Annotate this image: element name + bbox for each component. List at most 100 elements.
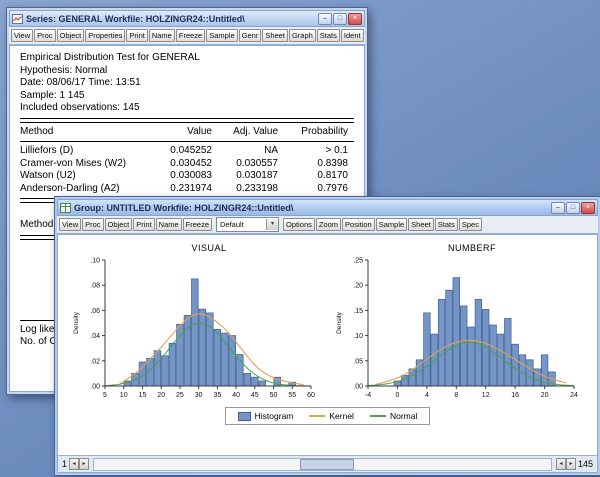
table-rule (20, 141, 354, 142)
table-row: Lilliefors (D)0.045252NA> 0.1 (20, 145, 354, 158)
table-cell: Watson (U2) (20, 170, 160, 183)
svg-text:12: 12 (482, 392, 490, 399)
toolbar-button-name[interactable]: Name (156, 218, 182, 232)
svg-text:.10: .10 (90, 258, 100, 265)
column-header-value: Value (160, 126, 218, 139)
toolbar-button-freeze[interactable]: Freeze (176, 29, 205, 43)
toolbar-button-sheet[interactable]: Sheet (408, 218, 434, 232)
scroll-left-button[interactable]: ◂ (69, 458, 79, 470)
svg-text:16: 16 (511, 392, 519, 399)
legend-label: Kernel (329, 411, 354, 421)
toolbar-button-sample[interactable]: Sample (206, 29, 237, 43)
svg-text:.00: .00 (353, 384, 363, 391)
toolbar-button-sheet[interactable]: Sheet (262, 29, 288, 43)
toolbar-button-print[interactable]: Print (126, 29, 147, 43)
scroll-right-button[interactable]: ▸ (79, 458, 89, 470)
series-window-controls: – □ × (318, 13, 362, 25)
scroll-right-button[interactable]: ▸ (566, 458, 576, 470)
legend-label: Histogram (255, 411, 294, 421)
svg-text:55: 55 (288, 392, 296, 399)
toolbar-button-sample[interactable]: Sample (376, 218, 407, 232)
series-window-icon (12, 14, 23, 24)
scroll-left-button[interactable]: ◂ (556, 458, 566, 470)
group-window-title: Group: UNTITLED Workfile: HOLZINGR24::Un… (74, 203, 548, 213)
table-cell: 0.045252 (160, 145, 218, 158)
column-header-adj-value: Adj. Value (218, 126, 284, 139)
toolbar-button-view[interactable]: View (11, 29, 33, 43)
chart-title: VISUAL (191, 243, 226, 253)
close-button[interactable]: × (581, 202, 595, 214)
table-cell: Lilliefors (D) (20, 145, 160, 158)
svg-text:8: 8 (454, 392, 458, 399)
info-line: Date: 08/06/17 Time: 13:51 (20, 77, 354, 90)
table-cell: Cramer-von Mises (W2) (20, 158, 160, 171)
svg-text:.25: .25 (353, 258, 363, 265)
toolbar-button-spec[interactable]: Spec (459, 218, 482, 232)
svg-text:10: 10 (120, 392, 128, 399)
toolbar-button-properties[interactable]: Properties (85, 29, 125, 43)
svg-text:50: 50 (270, 392, 278, 399)
toolbar-button-freeze[interactable]: Freeze (183, 218, 212, 232)
svg-text:35: 35 (214, 392, 222, 399)
toolbar-button-position[interactable]: Position (342, 218, 375, 232)
toolbar-button-name[interactable]: Name (149, 29, 175, 43)
table-cell: 0.7976 (284, 183, 354, 196)
toolbar-button-graph[interactable]: Graph (289, 29, 316, 43)
svg-text:.20: .20 (353, 283, 363, 290)
svg-text:15: 15 (139, 392, 147, 399)
svg-text:.02: .02 (90, 358, 100, 365)
toolbar-button-ident[interactable]: Ident (341, 29, 364, 43)
info-line: Included observations: 145 (20, 102, 354, 115)
svg-text:-4: -4 (365, 392, 371, 399)
table-cell: 0.8170 (284, 170, 354, 183)
scroll-track[interactable] (93, 458, 552, 471)
series-toolbar: ViewProcObjectPropertiesPrintNameFreezeS… (9, 27, 365, 45)
group-content: VISUAL .00.02.04.06.08.10510152025303540… (57, 234, 598, 473)
charts-row: VISUAL .00.02.04.06.08.10510152025303540… (58, 235, 597, 402)
svg-text:5: 5 (103, 392, 107, 399)
table-cell: 0.030187 (218, 170, 284, 183)
chart-numberf: NUMBERF .00.05.10.15.20.25-404812162024D… (334, 243, 584, 402)
minimize-button[interactable]: – (551, 202, 565, 214)
toolbar-button-proc[interactable]: Proc (34, 29, 55, 43)
toolbar-button-object[interactable]: Object (57, 29, 85, 43)
svg-text:.06: .06 (90, 308, 100, 315)
view-type-value: Default (220, 220, 244, 229)
table-row: Cramer-von Mises (W2)0.0304520.0305570.8… (20, 158, 354, 171)
scroll-end-value: 145 (578, 459, 593, 469)
scroll-start-value: 1 (62, 459, 67, 469)
group-window: Group: UNTITLED Workfile: HOLZINGR24::Un… (54, 196, 600, 476)
minimize-button[interactable]: – (318, 13, 332, 25)
group-titlebar[interactable]: Group: UNTITLED Workfile: HOLZINGR24::Un… (57, 199, 598, 216)
series-titlebar[interactable]: Series: GENERAL Workfile: HOLZINGR24::Un… (9, 10, 365, 27)
svg-text:.04: .04 (90, 333, 100, 340)
close-button[interactable]: × (348, 13, 362, 25)
svg-text:20: 20 (157, 392, 165, 399)
group-toolbar-left: ViewProcObjectPrintNameFreeze (59, 218, 212, 232)
histogram-swatch (238, 412, 251, 421)
toolbar-button-zoom[interactable]: Zoom (316, 218, 341, 232)
table-cell: 0.030557 (218, 158, 284, 171)
maximize-button[interactable]: □ (333, 13, 347, 25)
toolbar-button-stats[interactable]: Stats (435, 218, 458, 232)
toolbar-button-stats[interactable]: Stats (317, 29, 340, 43)
scroll-thumb[interactable] (300, 459, 355, 470)
view-type-dropdown[interactable]: Default ▾ (216, 217, 279, 232)
toolbar-button-print[interactable]: Print (133, 218, 154, 232)
svg-text:Density: Density (336, 311, 343, 333)
visual-histogram-plot: .00.02.04.06.08.105101520253035404550556… (71, 254, 321, 402)
toolbar-button-proc[interactable]: Proc (82, 218, 103, 232)
table-row: Watson (U2)0.0300830.0301870.8170 (20, 170, 354, 183)
svg-text:Density: Density (73, 311, 80, 333)
table-cell: 0.030452 (160, 158, 218, 171)
dist-table-header: MethodValueAdj. ValueProbability (20, 126, 354, 139)
toolbar-button-options[interactable]: Options (283, 218, 315, 232)
toolbar-button-genr[interactable]: Genr (239, 29, 262, 43)
svg-text:.05: .05 (353, 358, 363, 365)
toolbar-button-view[interactable]: View (59, 218, 81, 232)
svg-text:.15: .15 (353, 308, 363, 315)
maximize-button[interactable]: □ (566, 202, 580, 214)
legend: Histogram Kernel Normal (225, 407, 431, 425)
svg-text:.10: .10 (353, 333, 363, 340)
toolbar-button-object[interactable]: Object (105, 218, 133, 232)
